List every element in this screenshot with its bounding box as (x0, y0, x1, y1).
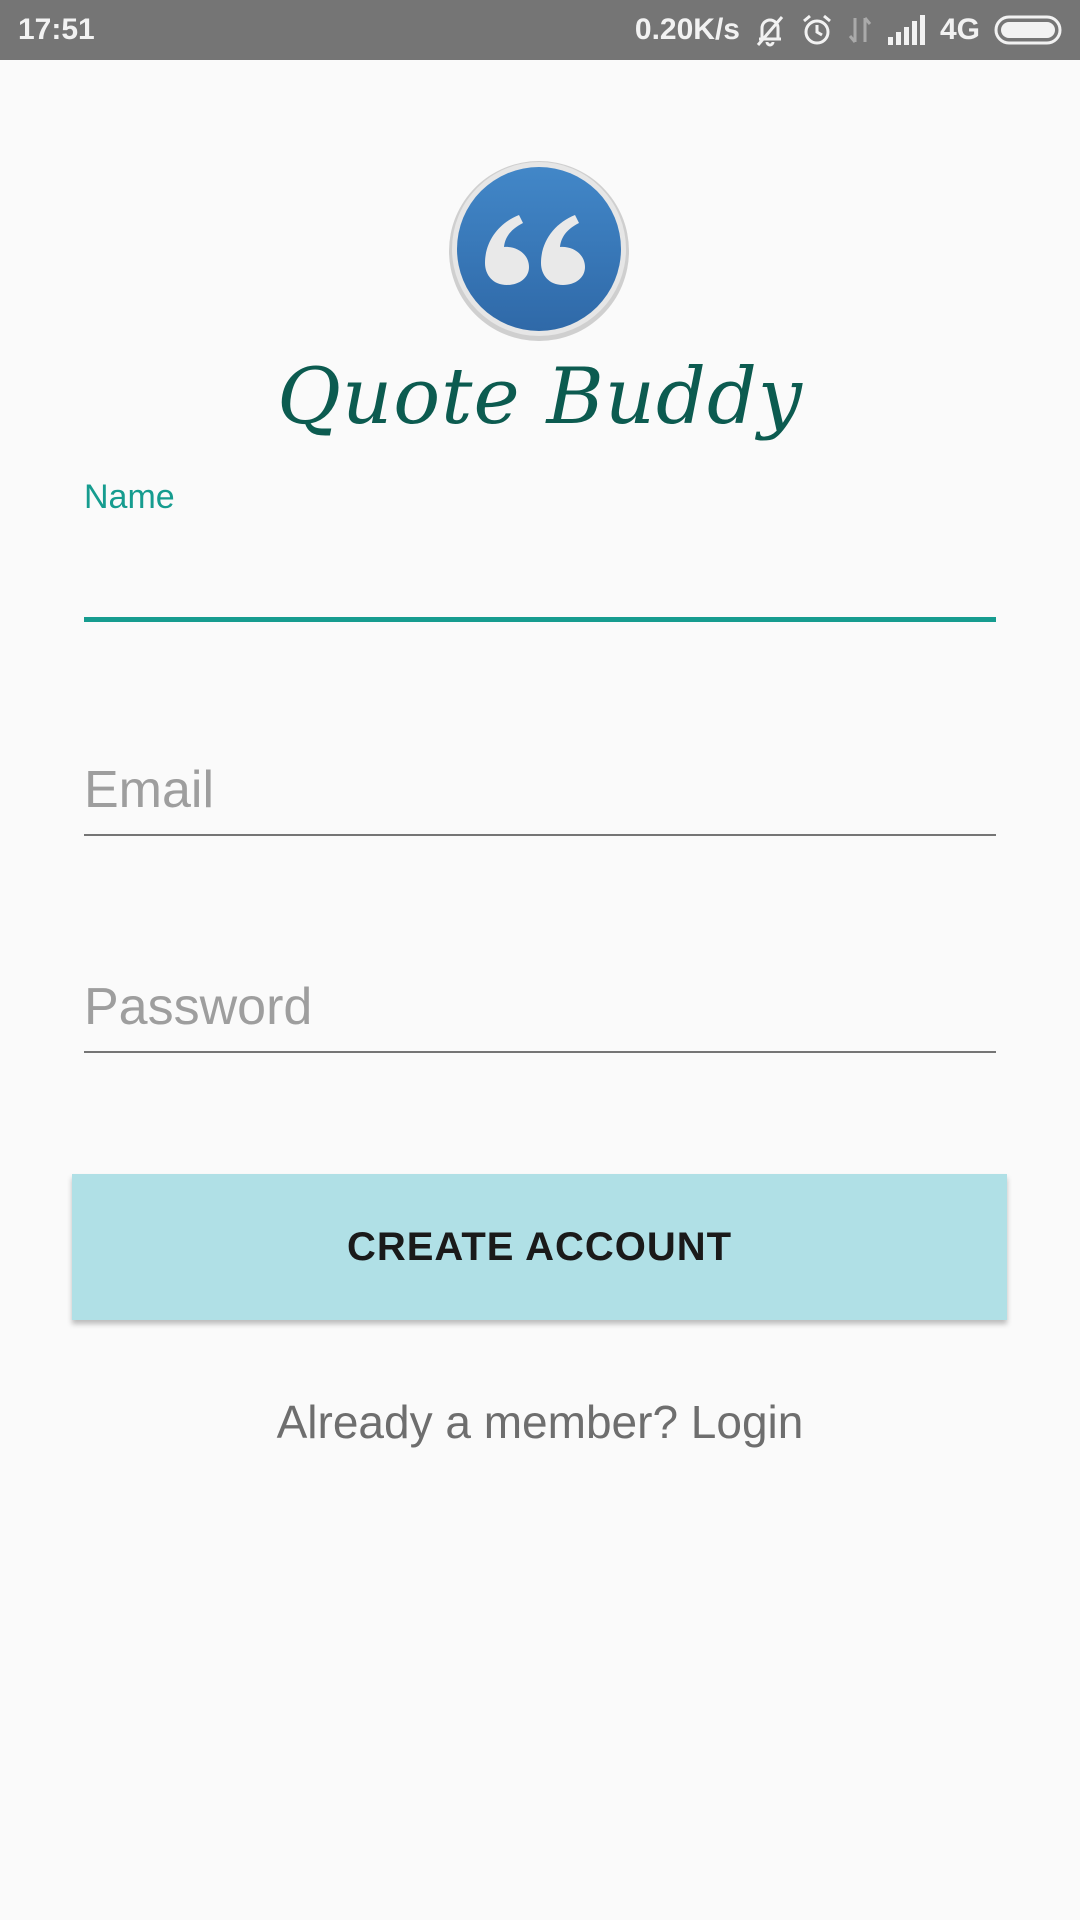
name-field[interactable]: Name (84, 470, 996, 630)
name-underline (84, 617, 996, 622)
password-underline (84, 1051, 996, 1053)
battery-icon (994, 14, 1064, 46)
alarm-icon (800, 13, 834, 47)
status-icons: 0.20K/s 4G (635, 13, 1064, 47)
email-input[interactable] (84, 760, 996, 820)
network-speed: 0.20K/s (634, 13, 740, 46)
name-label: Name (84, 478, 175, 516)
password-field[interactable] (84, 967, 996, 1067)
app-logo-icon (447, 157, 631, 341)
login-link[interactable]: Already a member? Login (0, 1395, 1080, 1449)
data-arrows-icon (848, 14, 872, 46)
app-title: Quote Buddy (277, 352, 803, 442)
bell-off-icon (754, 13, 786, 47)
network-type: 4G (939, 13, 980, 46)
signal-icon (886, 15, 926, 45)
email-field[interactable] (84, 750, 996, 850)
email-underline (84, 834, 996, 836)
status-time: 17:51 (18, 13, 95, 46)
status-bar: 17:51 0.20K/s 4G (0, 0, 1080, 60)
create-account-button[interactable]: CREATE ACCOUNT (72, 1174, 1007, 1320)
password-input[interactable] (84, 977, 996, 1037)
name-input[interactable] (84, 530, 996, 590)
